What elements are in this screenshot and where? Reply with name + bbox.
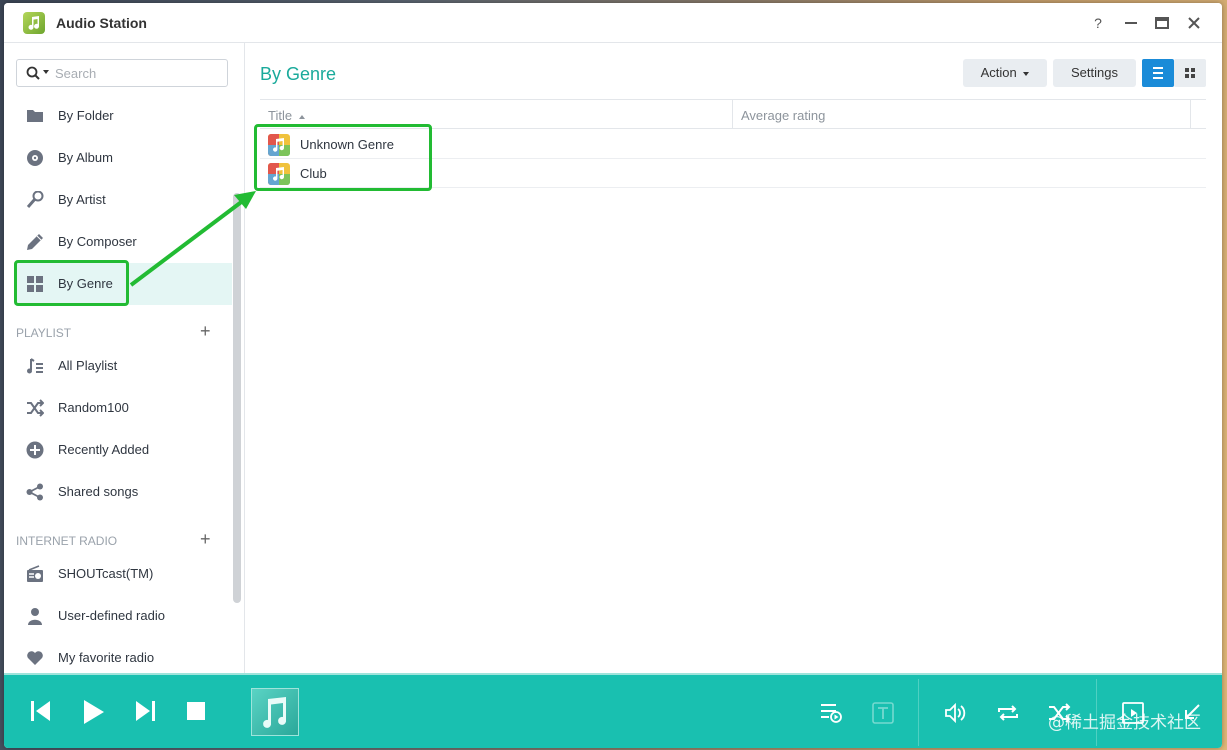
annotation-arrow-icon xyxy=(129,191,256,287)
audio-station-window: Audio Station ? By Folder By Album xyxy=(4,3,1222,748)
